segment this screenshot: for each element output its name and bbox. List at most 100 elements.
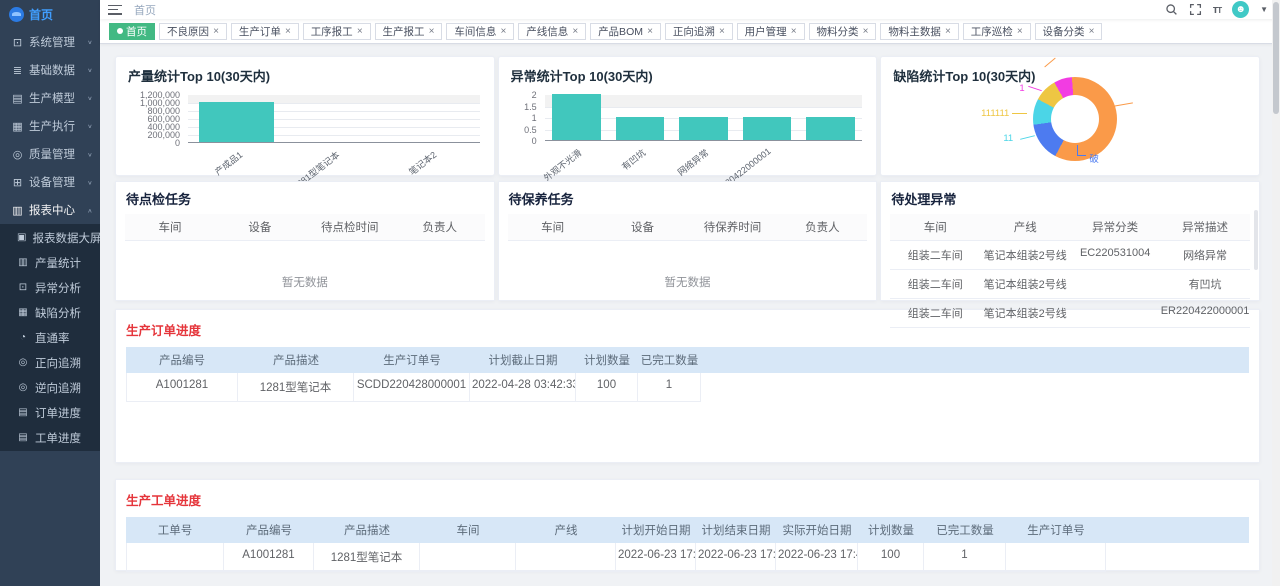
column-header: 产线 bbox=[516, 517, 616, 543]
tab-5[interactable]: 车间信息× bbox=[446, 23, 514, 40]
table-cell: 笔记本组装2号线 bbox=[980, 270, 1070, 298]
bar[interactable] bbox=[199, 102, 274, 142]
chevron-down-icon: ∨ bbox=[87, 67, 92, 73]
close-icon[interactable]: × bbox=[945, 26, 951, 37]
table-row[interactable]: A10012811281型笔记本2022-06-23 17:45:012022-… bbox=[126, 543, 1249, 572]
scrollbar-thumb[interactable] bbox=[1273, 2, 1279, 114]
page-scrollbar[interactable] bbox=[1272, 0, 1280, 586]
order-progress-table: 产品编号产品描述生产订单号计划截止日期计划数量已完工数量A10012811281… bbox=[126, 347, 1249, 402]
plot-area bbox=[545, 95, 863, 141]
tab-0[interactable]: 首页 bbox=[109, 23, 155, 40]
close-icon[interactable]: × bbox=[500, 26, 506, 37]
donut-leader-line bbox=[1029, 86, 1043, 91]
caret-down-icon[interactable]: ▼ bbox=[1260, 5, 1268, 14]
close-icon[interactable]: × bbox=[863, 26, 869, 37]
tab-2[interactable]: 生产订单× bbox=[231, 23, 299, 40]
close-icon[interactable]: × bbox=[285, 26, 291, 37]
sidebar-item-1[interactable]: ≣基础数据∨ bbox=[0, 56, 100, 84]
sidebar-item-label: 报表中心 bbox=[29, 202, 87, 218]
tab-12[interactable]: 工序巡检× bbox=[963, 23, 1031, 40]
x-axis-tick-label: 产成品1 bbox=[211, 148, 244, 178]
dashboard-screen-icon: ▣ bbox=[17, 232, 26, 243]
x-axis-slot: 笔记本2 bbox=[382, 144, 479, 170]
sidebar-subitem-0[interactable]: ▣报表数据大屏 bbox=[0, 225, 100, 250]
sidebar-menu: ⊡系统管理∨≣基础数据∨▤生产模型∨▦生产执行∨◎质量管理∨⊞设备管理∨▥报表中… bbox=[0, 28, 100, 224]
panel-scrollbar[interactable] bbox=[1254, 210, 1258, 270]
column-header: 已完工数量 bbox=[924, 517, 1006, 543]
table-row[interactable]: 组装二车间笔记本组装2号线EC220531004网络异常 bbox=[890, 241, 1250, 270]
sidebar-subitem-5[interactable]: ◎正向追溯 bbox=[0, 350, 100, 375]
sidebar-subitem-4[interactable]: ◔直通率 bbox=[0, 325, 100, 350]
sidebar-item-0[interactable]: ⊡系统管理∨ bbox=[0, 28, 100, 56]
bar[interactable] bbox=[743, 117, 792, 140]
tab-label: 用户管理 bbox=[745, 24, 787, 39]
task-panel-title: 待保养任务 bbox=[508, 185, 868, 214]
equipment-management-icon: ⊞ bbox=[10, 176, 25, 189]
fullscreen-icon[interactable] bbox=[1189, 3, 1202, 16]
x-axis-slot: ER220422000001 bbox=[735, 142, 799, 168]
hamburger-icon[interactable] bbox=[108, 4, 122, 16]
sidebar-subitem-label: 逆向追溯 bbox=[35, 380, 81, 396]
tab-11[interactable]: 物料主数据× bbox=[880, 23, 958, 40]
sidebar-subitem-2[interactable]: ⊡异常分析 bbox=[0, 275, 100, 300]
font-size-icon[interactable]: тT bbox=[1213, 4, 1221, 16]
empty-state-text: 暂无数据 bbox=[125, 241, 485, 290]
table-cell: 100 bbox=[576, 373, 638, 402]
bars bbox=[545, 95, 863, 140]
tab-8[interactable]: 正向追溯× bbox=[665, 23, 733, 40]
close-icon[interactable]: × bbox=[357, 26, 363, 37]
sidebar-item-3[interactable]: ▦生产执行∨ bbox=[0, 112, 100, 140]
close-icon[interactable]: × bbox=[719, 26, 725, 37]
x-axis-tick-label: 外观不光滑 bbox=[541, 146, 584, 184]
defect-analysis-icon: ▦ bbox=[17, 307, 29, 318]
column-header: 异常描述 bbox=[1160, 214, 1250, 240]
close-icon[interactable]: × bbox=[572, 26, 578, 37]
close-icon[interactable]: × bbox=[429, 26, 435, 37]
sidebar-subitem-3[interactable]: ▦缺陷分析 bbox=[0, 300, 100, 325]
tab-1[interactable]: 不良原因× bbox=[159, 23, 227, 40]
sidebar-item-6[interactable]: ▥报表中心∧ bbox=[0, 196, 100, 224]
table-header: 产品编号产品描述生产订单号计划截止日期计划数量已完工数量 bbox=[126, 347, 1249, 373]
sidebar-subitem-7[interactable]: ▤订单进度 bbox=[0, 400, 100, 425]
table-cell: A1001281 bbox=[224, 543, 314, 572]
bar[interactable] bbox=[806, 117, 855, 140]
bar[interactable] bbox=[552, 94, 601, 140]
navbar-actions: тT ☻ ▼ bbox=[1165, 1, 1272, 18]
sidebar-subitem-8[interactable]: ▤工单进度 bbox=[0, 425, 100, 450]
x-axis-tick-label: 有凹坑 bbox=[619, 146, 648, 173]
close-icon[interactable]: × bbox=[1089, 26, 1095, 37]
tab-10[interactable]: 物料分类× bbox=[809, 23, 877, 40]
close-icon[interactable]: × bbox=[791, 26, 797, 37]
tab-6[interactable]: 产线信息× bbox=[518, 23, 586, 40]
table-row[interactable]: A10012811281型笔记本SCDD2204280000012022-04-… bbox=[126, 373, 1249, 402]
sidebar-subitem-label: 异常分析 bbox=[35, 280, 81, 296]
sidebar-item-5[interactable]: ⊞设备管理∨ bbox=[0, 168, 100, 196]
table-cell bbox=[1006, 543, 1106, 572]
tab-3[interactable]: 工序报工× bbox=[303, 23, 371, 40]
search-icon[interactable] bbox=[1165, 3, 1178, 16]
close-icon[interactable]: × bbox=[1017, 26, 1023, 37]
close-icon[interactable]: × bbox=[213, 26, 219, 37]
y-axis-tick-label: 2 bbox=[532, 90, 537, 100]
bar[interactable] bbox=[616, 117, 665, 140]
column-header: 计划截止日期 bbox=[470, 347, 576, 373]
sidebar-item-2[interactable]: ▤生产模型∨ bbox=[0, 84, 100, 112]
sidebar-subitem-1[interactable]: ▥产量统计 bbox=[0, 250, 100, 275]
tab-9[interactable]: 用户管理 × bbox=[737, 23, 805, 40]
close-icon[interactable]: × bbox=[647, 26, 653, 37]
sidebar-item-4[interactable]: ◎质量管理∨ bbox=[0, 140, 100, 168]
tab-7[interactable]: 产品BOM× bbox=[590, 23, 661, 40]
pass-rate-icon: ◔ bbox=[17, 332, 29, 343]
table-row[interactable]: 组装二车间笔记本组装2号线ER220422000001 bbox=[890, 299, 1250, 328]
donut-leader-line bbox=[1077, 145, 1086, 156]
production-stats-card: 产量统计Top 10(30天内) 1,200,0001,000,000800,0… bbox=[115, 56, 495, 176]
tab-13[interactable]: 设备分类× bbox=[1035, 23, 1103, 40]
user-avatar[interactable]: ☻ bbox=[1232, 1, 1249, 18]
tab-4[interactable]: 生产报工× bbox=[375, 23, 443, 40]
sidebar-logo[interactable]: 首页 bbox=[0, 0, 100, 28]
breadcrumb[interactable]: 首页 bbox=[134, 2, 156, 18]
table-row[interactable]: 组装二车间笔记本组装2号线有凹坑 bbox=[890, 270, 1250, 299]
order-progress-icon: ▤ bbox=[17, 407, 29, 418]
bar[interactable] bbox=[679, 117, 728, 140]
sidebar-subitem-6[interactable]: ◎逆向追溯 bbox=[0, 375, 100, 400]
